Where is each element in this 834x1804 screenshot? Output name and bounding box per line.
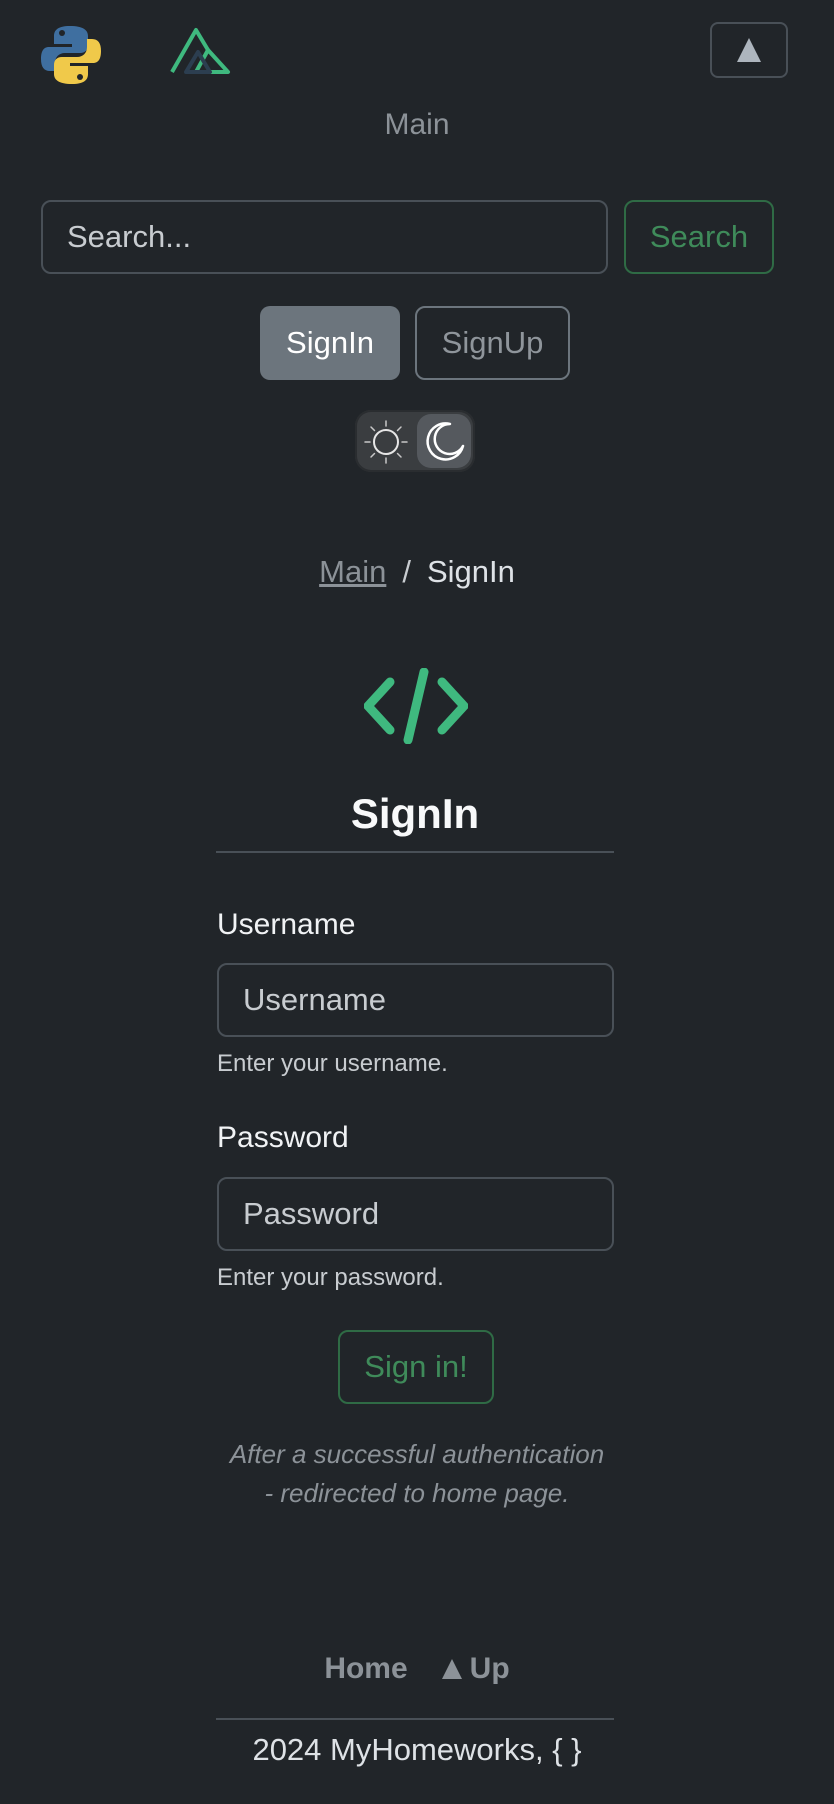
triangle-up-icon [441,1659,462,1679]
footer-home-link[interactable]: Home [324,1652,407,1686]
breadcrumb-current: SignIn [426,554,515,589]
signin-nav-button[interactable]: SignIn [260,306,400,380]
breadcrumb-link-main[interactable]: Main [319,554,386,590]
footer-home-label: Home [324,1652,408,1685]
sign-in-button[interactable]: Sign in! [338,1330,494,1404]
password-field[interactable] [217,1177,614,1251]
menu-toggle-button[interactable] [710,22,788,78]
theme-toggle[interactable] [355,410,475,472]
search-input[interactable] [41,200,608,274]
redirect-note-line-2: - redirected to home page. [264,1478,570,1508]
footer-up-label: Up [469,1652,510,1685]
title-divider [216,851,614,853]
password-help: Enter your password. [217,1264,444,1291]
breadcrumb-separator: / [402,554,411,589]
username-field[interactable] [217,963,614,1037]
footer-up-link[interactable]: Up [441,1652,510,1686]
copyright-text: 2024 MyHomeworks, { } [252,1732,582,1767]
code-icon [364,668,468,744]
username-help: Enter your username. [217,1050,448,1077]
python-logo[interactable] [40,24,102,86]
breadcrumb: Main / SignIn [0,554,834,590]
username-label: Username [217,908,356,941]
nav-link-main[interactable]: Main [0,108,834,142]
footer-links: Home Up [0,1652,834,1686]
triangle-up-icon [737,38,761,62]
form-title: SignIn [350,790,480,837]
sun-icon [364,420,408,464]
signup-nav-button[interactable]: SignUp [415,306,570,380]
moon-icon [426,422,465,461]
password-label: Password [217,1121,349,1154]
vue-logo[interactable] [168,26,232,76]
redirect-note-line-1: After a successful authentication [229,1439,605,1469]
search-button[interactable]: Search [624,200,774,274]
footer-divider [216,1718,614,1720]
